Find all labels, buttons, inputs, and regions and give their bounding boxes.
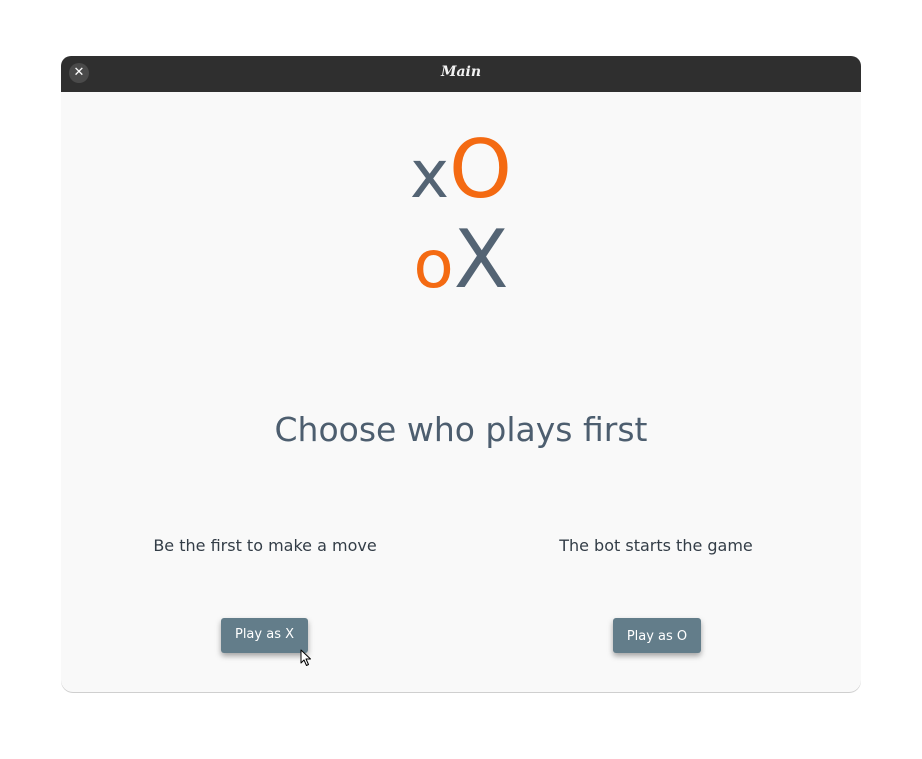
logo-big-x: X bbox=[453, 213, 509, 306]
logo-small-o: o bbox=[413, 226, 454, 303]
logo-row-2: oX bbox=[61, 220, 861, 300]
play-first-caption: Be the first to make a move bbox=[153, 536, 377, 555]
play-as-o-button[interactable]: Play as O bbox=[613, 618, 701, 653]
window-title: Main bbox=[440, 64, 482, 80]
bot-first-caption: The bot starts the game bbox=[559, 536, 753, 555]
logo-small-x: x bbox=[409, 136, 450, 213]
close-icon[interactable]: ✕ bbox=[69, 63, 89, 83]
play-as-x-button[interactable]: Play as X bbox=[221, 618, 308, 653]
page-heading: Choose who plays first bbox=[274, 410, 648, 449]
mouse-pointer-icon bbox=[300, 649, 311, 666]
logo-row-1: xO bbox=[61, 130, 861, 210]
title-bar[interactable]: Main ✕ bbox=[61, 56, 861, 92]
logo-big-o: O bbox=[449, 123, 513, 216]
main-window: Main ✕ xO oX Choose who plays first Be t… bbox=[61, 56, 861, 692]
